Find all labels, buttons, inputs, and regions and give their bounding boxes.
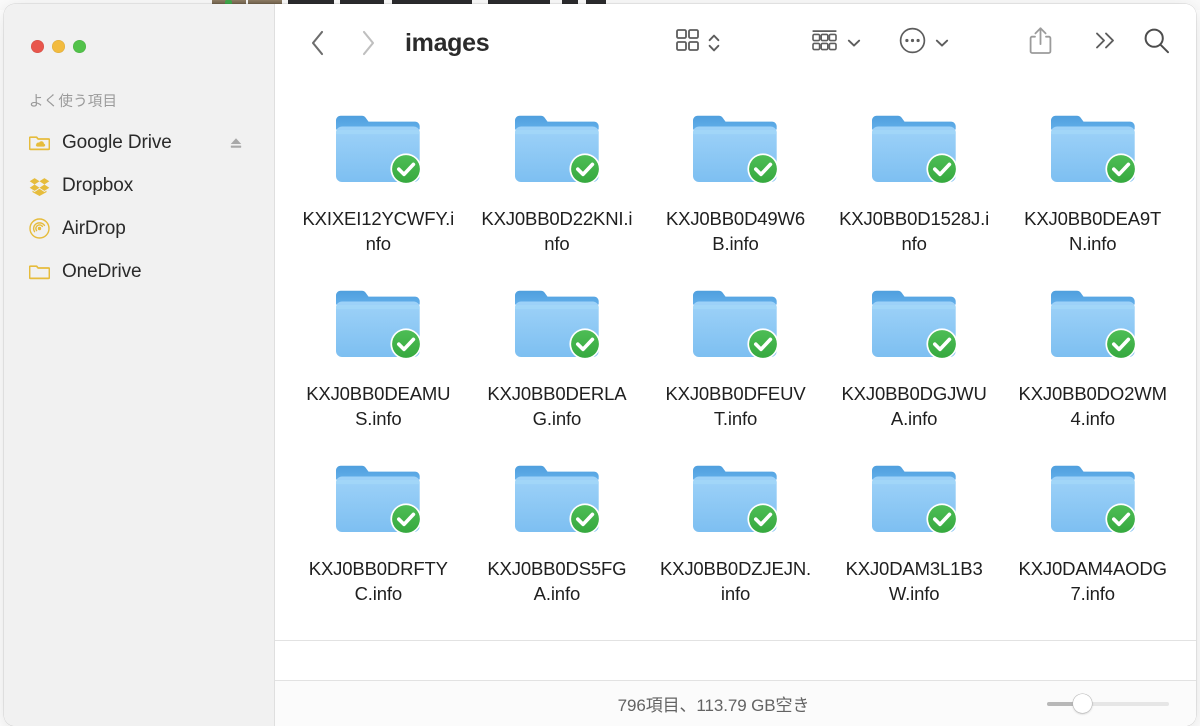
ellipsis-circle-icon xyxy=(899,27,926,59)
sidebar-list: Google Drive Dropbox AirDrop OneDrive xyxy=(4,121,274,293)
grid-view-icon xyxy=(675,28,700,58)
file-label: KXJ0BB0DO2WM4.info xyxy=(1018,383,1167,429)
window-controls xyxy=(31,40,86,53)
file-item[interactable]: KXIXEI12YCWFY.info xyxy=(289,106,468,281)
folder-checked-icon xyxy=(686,281,784,373)
sidebar-item-onedrive[interactable]: OneDrive xyxy=(4,250,274,293)
file-label: KXIXEI12YCWFY.info xyxy=(302,208,455,254)
dropbox-icon xyxy=(29,175,50,196)
share-button[interactable] xyxy=(1029,27,1052,60)
file-item[interactable]: KXJ0BB0DFEUVT.info xyxy=(646,281,825,456)
chevron-updown-icon xyxy=(708,32,720,54)
sidebar-item-label: Dropbox xyxy=(62,174,134,196)
forward-button[interactable] xyxy=(358,30,378,56)
eject-icon[interactable] xyxy=(228,136,244,150)
more-actions-button[interactable] xyxy=(899,27,949,59)
file-item[interactable]: KXJ0DAM3L1B3W.info xyxy=(825,456,1004,631)
file-item[interactable]: KXJ0BB0DEA9TN.info xyxy=(1003,106,1182,281)
folder-checked-icon xyxy=(329,281,427,373)
file-item[interactable]: KXJ0BB0DEAMUS.info xyxy=(289,281,468,456)
folder-title: images xyxy=(405,28,490,57)
finder-window: よく使う項目 Google Drive Dropbox AirDrop OneD… xyxy=(4,4,1196,726)
file-label: KXJ0BB0DERLAG.info xyxy=(487,383,627,429)
maximize-button[interactable] xyxy=(73,40,86,53)
share-icon xyxy=(1029,27,1052,60)
sidebar-item-google-drive[interactable]: Google Drive xyxy=(4,121,274,164)
status-text: 796項目、113.79 GB空き xyxy=(617,696,810,715)
file-label: KXJ0BB0D49W6B.info xyxy=(665,208,806,254)
close-button[interactable] xyxy=(31,40,44,53)
file-item[interactable]: KXJ0BB0D22KNI.info xyxy=(468,106,647,281)
file-label: KXJ0BB0DRFTYC.info xyxy=(308,558,448,604)
file-label: KXJ0BB0DGJWUA.info xyxy=(841,383,987,429)
file-label: KXJ0BB0DFEUVT.info xyxy=(665,383,806,429)
file-label: KXJ0DAM3L1B3W.info xyxy=(845,558,983,604)
file-grid: KXIXEI12YCWFY.info KXJ0BB0D22KNI.info KXJ0… xyxy=(275,82,1196,640)
sidebar-section-title: よく使う項目 xyxy=(29,94,118,110)
sidebar-item-label: Google Drive xyxy=(62,131,172,153)
file-label: KXJ0DAM4AODG7.info xyxy=(1018,558,1167,604)
folder-checked-icon xyxy=(686,456,784,548)
file-item[interactable]: KXJ0DAM4AODG7.info xyxy=(1003,456,1182,631)
sidebar-item-airdrop[interactable]: AirDrop xyxy=(4,207,274,250)
file-item[interactable]: KXJ0BB0DERLAG.info xyxy=(468,281,647,456)
folder-checked-icon xyxy=(1044,456,1142,548)
folder-checked-icon xyxy=(329,456,427,548)
grid-bottom-spacer xyxy=(275,640,1196,680)
folder-checked-icon xyxy=(1044,281,1142,373)
folder-checked-icon xyxy=(865,106,963,198)
folder-checked-icon xyxy=(329,106,427,198)
folder-checked-icon xyxy=(1044,106,1142,198)
file-label: KXJ0BB0D22KNI.info xyxy=(481,208,633,254)
status-bar: 796項目、113.79 GB空き xyxy=(275,680,1196,726)
folder-checked-icon xyxy=(508,106,606,198)
folder-checked-icon xyxy=(686,106,784,198)
file-item[interactable]: KXJ0BB0DZJEJN.info xyxy=(646,456,825,631)
search-button[interactable] xyxy=(1143,27,1170,59)
toolbar-overflow-button[interactable] xyxy=(1093,30,1117,57)
chevron-down-icon xyxy=(847,38,861,48)
folder-checked-icon xyxy=(508,456,606,548)
sidebar: よく使う項目 Google Drive Dropbox AirDrop OneD… xyxy=(4,4,275,726)
onedrive-folder-icon xyxy=(29,261,50,282)
group-by-icon xyxy=(811,28,838,58)
back-button[interactable] xyxy=(307,30,327,56)
airdrop-icon xyxy=(29,218,50,239)
toolbar: images xyxy=(275,4,1196,82)
sidebar-item-label: OneDrive xyxy=(62,260,142,282)
file-label: KXJ0BB0DEA9TN.info xyxy=(1024,208,1162,254)
content-area: images KXIXEI12YCWFY.info KXJ0BB0D22KNI.… xyxy=(275,4,1196,726)
google-drive-folder-icon xyxy=(29,132,50,153)
screen: よく使う項目 Google Drive Dropbox AirDrop OneD… xyxy=(0,0,1200,726)
navigation-buttons xyxy=(307,30,378,56)
file-item[interactable]: KXJ0BB0DO2WM4.info xyxy=(1003,281,1182,456)
double-chevron-right-icon xyxy=(1093,30,1117,57)
file-item[interactable]: KXJ0BB0D1528J.info xyxy=(825,106,1004,281)
search-icon xyxy=(1143,27,1170,59)
view-mode-button[interactable] xyxy=(675,28,720,58)
folder-checked-icon xyxy=(508,281,606,373)
file-label: KXJ0BB0DS5FGA.info xyxy=(487,558,627,604)
group-by-button[interactable] xyxy=(811,28,861,58)
file-label: KXJ0BB0DEAMUS.info xyxy=(306,383,451,429)
file-item[interactable]: KXJ0BB0DRFTYC.info xyxy=(289,456,468,631)
slider-knob[interactable] xyxy=(1072,694,1092,713)
sidebar-item-dropbox[interactable]: Dropbox xyxy=(4,164,274,207)
folder-checked-icon xyxy=(865,456,963,548)
file-label: KXJ0BB0D1528J.info xyxy=(839,208,990,254)
sidebar-item-label: AirDrop xyxy=(62,217,126,239)
icon-size-slider[interactable] xyxy=(1047,694,1169,714)
file-item[interactable]: KXJ0BB0DS5FGA.info xyxy=(468,456,647,631)
chevron-down-icon xyxy=(935,38,949,48)
minimize-button[interactable] xyxy=(52,40,65,53)
file-label: KXJ0BB0DZJEJN.info xyxy=(659,558,812,604)
folder-checked-icon xyxy=(865,281,963,373)
file-item[interactable]: KXJ0BB0DGJWUA.info xyxy=(825,281,1004,456)
file-item[interactable]: KXJ0BB0D49W6B.info xyxy=(646,106,825,281)
